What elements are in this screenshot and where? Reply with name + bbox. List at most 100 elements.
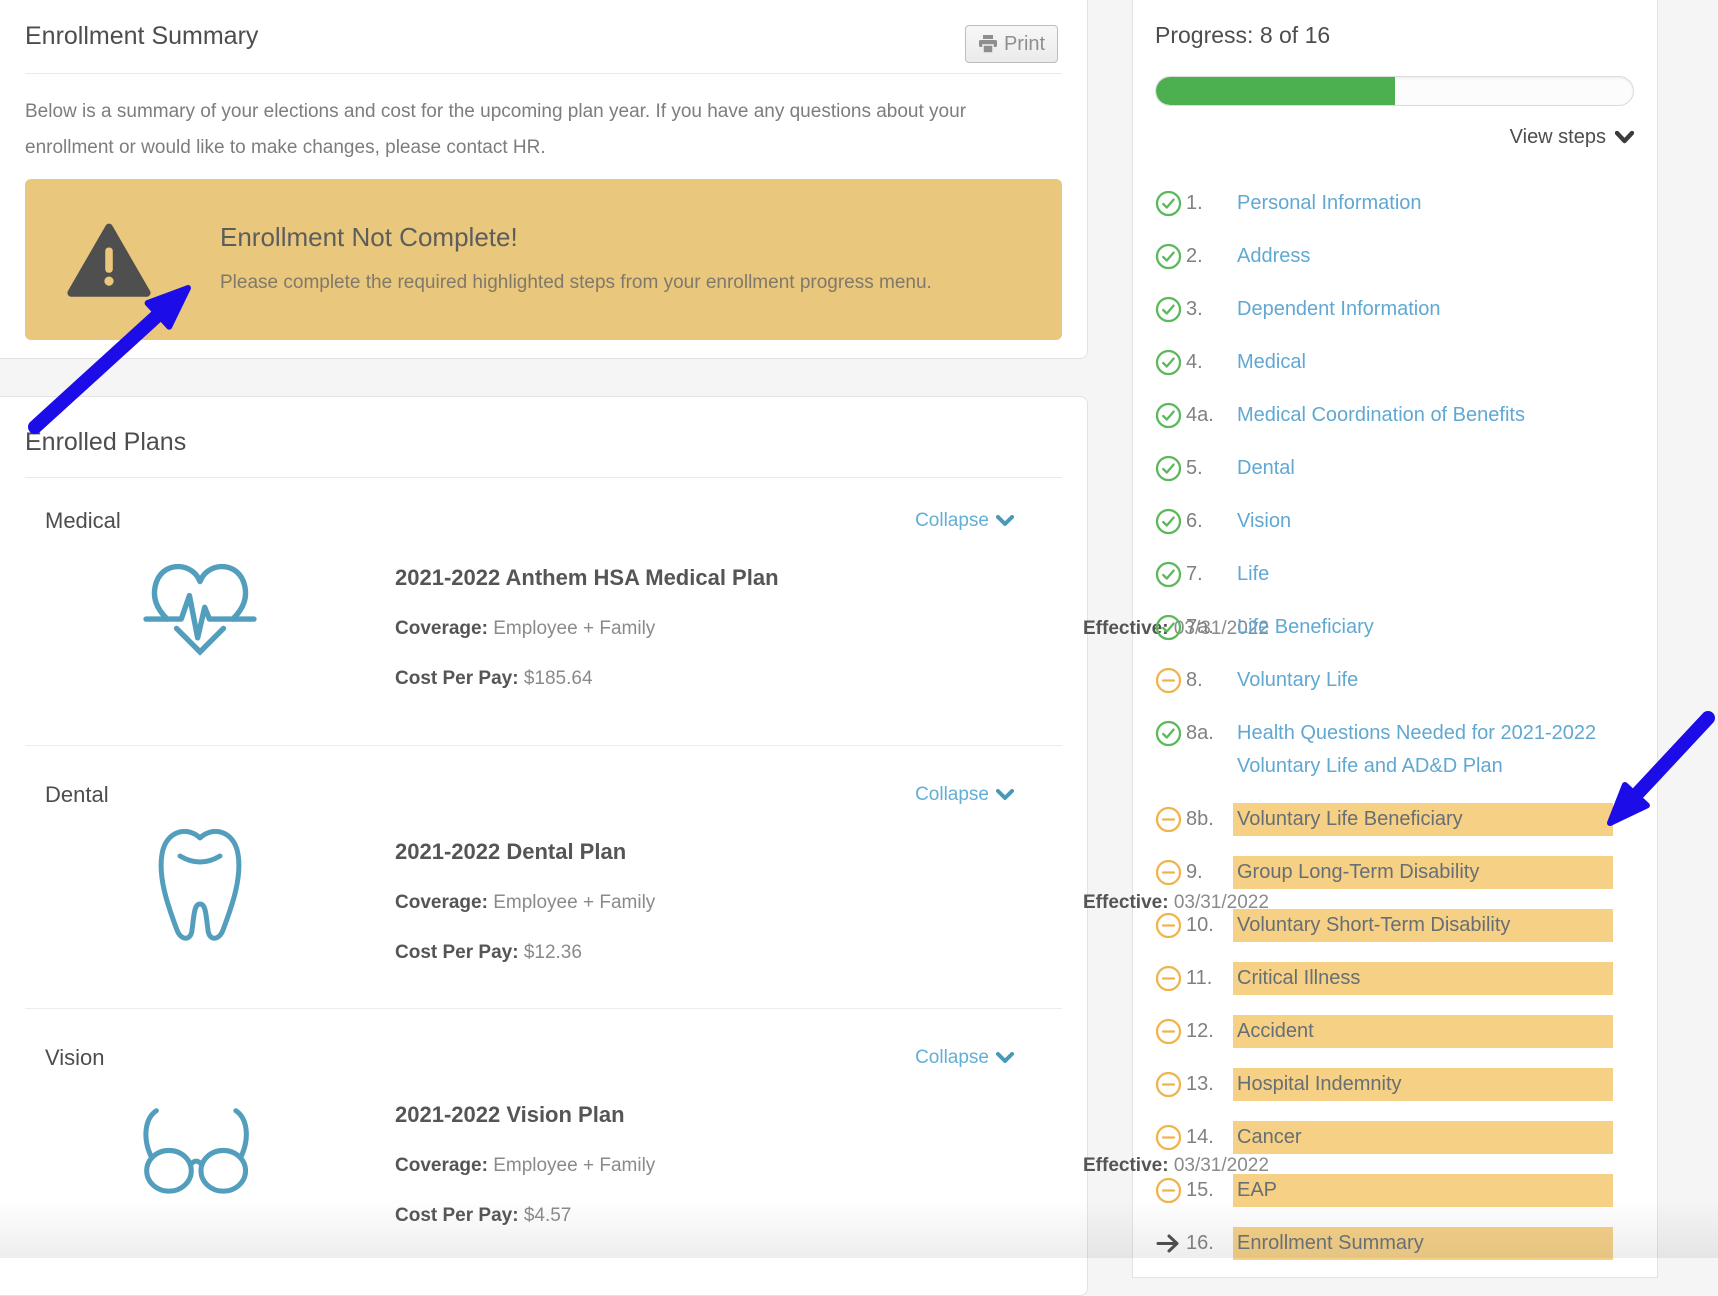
step-row: 14.Cancer <box>1155 1121 1620 1154</box>
minus-circle-icon <box>1155 912 1182 939</box>
check-circle-icon <box>1155 402 1182 429</box>
print-button[interactable]: Print <box>965 25 1058 63</box>
check-circle-icon <box>1155 243 1182 270</box>
coverage-label: Coverage: <box>395 1155 488 1176</box>
minus-circle-icon <box>1155 1018 1182 1045</box>
step-number: 7. <box>1182 558 1233 591</box>
plan-cost-line: Cost Per Pay: $4.57 <box>395 1205 571 1227</box>
step-row: 4.Medical <box>1155 346 1620 379</box>
step-row: 8a.Health Questions Needed for 2021-2022… <box>1155 717 1620 783</box>
coverage-label: Coverage: <box>395 618 488 639</box>
coverage-value: Employee + Family <box>493 618 655 639</box>
check-circle-icon <box>1155 296 1182 323</box>
step-link[interactable]: Critical Illness <box>1233 962 1613 995</box>
step-number: 4a. <box>1182 399 1233 432</box>
plan-section-dental: Dental Collapse 2021-2022 Dental Plan Co… <box>25 745 1062 991</box>
step-link[interactable]: EAP <box>1233 1174 1613 1207</box>
step-link[interactable]: Medical <box>1233 346 1613 379</box>
step-link[interactable]: Voluntary Life <box>1233 664 1613 697</box>
cost-value: $185.64 <box>524 668 593 689</box>
minus-circle-icon <box>1155 1071 1182 1098</box>
step-link[interactable]: Hospital Indemnity <box>1233 1068 1613 1101</box>
warning-triangle-icon <box>67 222 151 305</box>
collapse-label: Collapse <box>915 510 989 532</box>
collapse-label: Collapse <box>915 1047 989 1069</box>
progress-bar <box>1155 76 1634 106</box>
plan-type-heading: Dental <box>45 782 109 808</box>
step-number: 8. <box>1182 664 1233 697</box>
step-link[interactable]: Personal Information <box>1233 187 1613 220</box>
check-circle-icon <box>1155 349 1182 376</box>
enrollment-page: Enrollment Summary Print Below is a summ… <box>0 0 1718 1258</box>
step-number: 2. <box>1182 240 1233 273</box>
step-row: 8.Voluntary Life <box>1155 664 1620 697</box>
step-number: 11. <box>1182 962 1233 995</box>
step-link[interactable]: Vision <box>1233 505 1613 538</box>
collapse-dental-link[interactable]: Collapse <box>915 784 1014 806</box>
step-row: 15.EAP <box>1155 1174 1620 1207</box>
step-link[interactable]: Dependent Information <box>1233 293 1613 326</box>
printer-icon <box>978 35 998 54</box>
collapse-medical-link[interactable]: Collapse <box>915 510 1014 532</box>
step-row: 6.Vision <box>1155 505 1620 538</box>
tooth-icon <box>135 811 265 961</box>
glasses-icon <box>135 1074 265 1224</box>
divider <box>25 73 1062 74</box>
warning-banner <box>25 179 1062 340</box>
plan-section-medical: Medical Collapse 2021-2022 Anthem HSA Me… <box>25 472 1062 717</box>
step-link[interactable]: Cancer <box>1233 1121 1613 1154</box>
cost-label: Cost Per Pay: <box>395 942 519 963</box>
collapse-vision-link[interactable]: Collapse <box>915 1047 1014 1069</box>
check-circle-icon <box>1155 561 1182 588</box>
plan-coverage-line: Coverage: Employee + Family Effective: 0… <box>395 618 655 640</box>
step-number: 1. <box>1182 187 1233 220</box>
cost-label: Cost Per Pay: <box>395 1205 519 1226</box>
plan-type-heading: Medical <box>45 508 121 534</box>
intro-text: Below is a summary of your elections and… <box>25 94 975 166</box>
step-link[interactable]: Accident <box>1233 1015 1613 1048</box>
step-row: 8b.Voluntary Life Beneficiary <box>1155 803 1620 836</box>
step-link[interactable]: Health Questions Needed for 2021-2022 Vo… <box>1233 717 1613 783</box>
step-link[interactable]: Address <box>1233 240 1613 273</box>
step-number: 13. <box>1182 1068 1233 1101</box>
step-row: 13.Hospital Indemnity <box>1155 1068 1620 1101</box>
step-link[interactable]: Group Long-Term Disability <box>1233 856 1613 889</box>
step-row: 11.Critical Illness <box>1155 962 1620 995</box>
step-number: 14. <box>1182 1121 1233 1154</box>
step-number: 10. <box>1182 909 1233 942</box>
step-number: 5. <box>1182 452 1233 485</box>
chevron-down-icon <box>996 515 1014 527</box>
step-row: 7a.Life Beneficiary <box>1155 611 1620 644</box>
steps-list: 1.Personal Information2.Address3.Depende… <box>1155 187 1620 1280</box>
step-link[interactable]: Life <box>1233 558 1613 591</box>
step-link[interactable]: Life Beneficiary <box>1233 611 1613 644</box>
step-number: 8a. <box>1182 717 1233 750</box>
step-row: 3.Dependent Information <box>1155 293 1620 326</box>
plan-cost-line: Cost Per Pay: $185.64 <box>395 668 593 690</box>
step-number: 3. <box>1182 293 1233 326</box>
plan-cost-line: Cost Per Pay: $12.36 <box>395 942 582 964</box>
step-number: 8b. <box>1182 803 1233 836</box>
view-steps-toggle[interactable]: View steps <box>1400 126 1634 149</box>
step-link[interactable]: Enrollment Summary <box>1233 1227 1613 1260</box>
plan-coverage-line: Coverage: Employee + Family Effective: 0… <box>395 1155 655 1177</box>
step-link[interactable]: Dental <box>1233 452 1613 485</box>
warning-title: Enrollment Not Complete! <box>220 222 518 253</box>
cost-value: $4.57 <box>524 1205 572 1226</box>
print-button-label: Print <box>1004 33 1045 56</box>
minus-circle-icon <box>1155 965 1182 992</box>
check-circle-icon <box>1155 455 1182 482</box>
step-row: 10.Voluntary Short-Term Disability <box>1155 909 1620 942</box>
step-number: 7a. <box>1182 611 1233 644</box>
plan-type-heading: Vision <box>45 1045 105 1071</box>
chevron-down-icon <box>1615 131 1634 144</box>
warning-message: Please complete the required highlighted… <box>220 272 932 294</box>
step-link[interactable]: Voluntary Life Beneficiary <box>1233 803 1613 836</box>
arrow-right-icon <box>1155 1230 1182 1257</box>
step-link[interactable]: Voluntary Short-Term Disability <box>1233 909 1613 942</box>
step-link[interactable]: Medical Coordination of Benefits <box>1233 399 1613 432</box>
progress-bar-fill <box>1156 77 1395 105</box>
enrolled-plans-title: Enrolled Plans <box>25 428 186 457</box>
step-row: 2.Address <box>1155 240 1620 273</box>
step-number: 16. <box>1182 1227 1233 1260</box>
